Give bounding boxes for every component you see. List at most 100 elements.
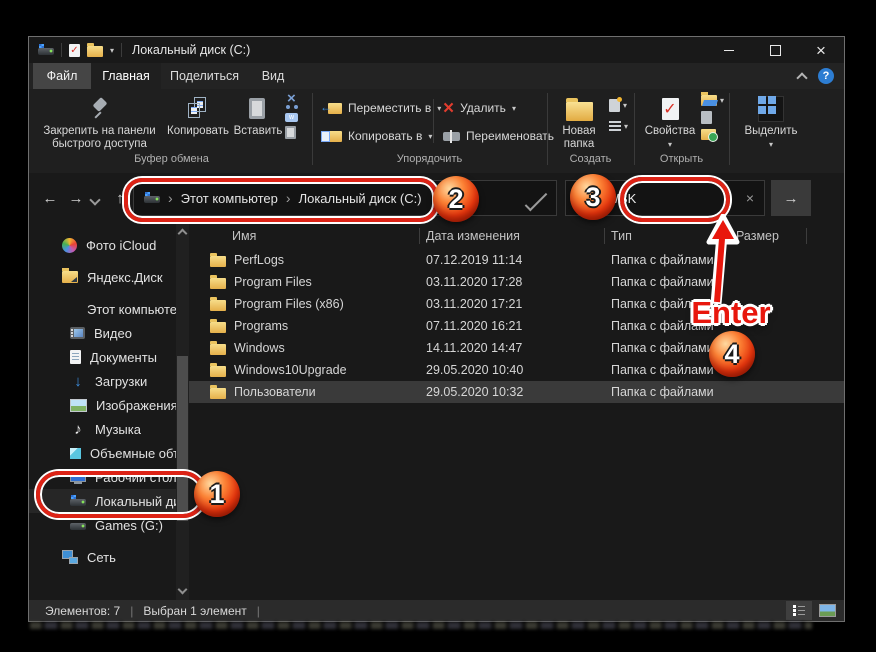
address-dropdown-icon[interactable] — [525, 188, 548, 211]
group-label-open: Открыть — [634, 153, 729, 165]
forward-icon[interactable]: → — [63, 190, 89, 207]
folder-icon — [210, 322, 226, 333]
close-button[interactable]: × — [798, 37, 844, 63]
details-view-icon — [793, 605, 805, 616]
rename-button[interactable]: Переименовать — [443, 129, 554, 143]
easy-access-button[interactable]: ▾ — [609, 121, 628, 131]
sidebar-item[interactable]: Фото iCloud — [29, 233, 176, 257]
sidebar-scrollbar[interactable] — [176, 223, 189, 600]
tab-file[interactable]: Файл — [33, 63, 91, 89]
cut-icon[interactable] — [285, 95, 300, 109]
maximize-button[interactable] — [752, 37, 798, 63]
toolbar-divider — [121, 43, 122, 57]
paste-button[interactable]: Вставить — [232, 93, 284, 138]
chevron-down-icon: ▾ — [512, 104, 516, 113]
recent-locations-icon[interactable] — [89, 194, 100, 205]
move-to-icon — [320, 102, 342, 115]
navigation-pane: Фото iCloud Яндекс.Диск Этот компьютер В… — [29, 223, 176, 600]
pin-to-quick-access-button[interactable]: Закрепить на панели быстрого доступа — [36, 93, 163, 151]
sidebar-item[interactable]: Видео — [29, 321, 176, 345]
music-icon: ♪ — [70, 421, 86, 437]
folder-icon — [210, 300, 226, 311]
collapse-ribbon-icon[interactable] — [796, 72, 807, 83]
search-go-button[interactable]: → — [771, 180, 811, 216]
open-button[interactable]: ▾ — [701, 95, 724, 106]
properties-button[interactable]: ✓ Свойства ▾ — [641, 93, 699, 151]
copy-icon — [185, 97, 211, 121]
delete-button[interactable]: × Удалить ▾ — [443, 101, 516, 115]
annotation-rect-local-disk — [36, 471, 206, 518]
minimize-button[interactable] — [706, 37, 752, 63]
properties-icon: ✓ — [662, 98, 679, 120]
sidebar-item[interactable]: Изображения — [29, 393, 176, 417]
tab-view[interactable]: Вид — [248, 63, 298, 89]
sidebar-item[interactable]: Яндекс.Диск — [29, 265, 176, 289]
pin-icon — [88, 97, 112, 121]
sidebar-item[interactable]: Сеть — [29, 545, 176, 569]
file-row[interactable]: Пользователи 29.05.2020 10:32 Папка с фа… — [189, 381, 844, 403]
annotation-step-1: 1 — [194, 471, 240, 517]
scroll-down-icon[interactable] — [178, 585, 188, 595]
chevron-down-icon: ▾ — [428, 132, 432, 141]
ribbon: Закрепить на панели быстрого доступа Коп… — [29, 89, 844, 174]
folder-icon — [210, 388, 226, 399]
caption-buttons: × — [706, 37, 844, 63]
qat-new-folder-icon[interactable] — [87, 46, 103, 57]
sidebar-item[interactable]: ↓ Загрузки — [29, 369, 176, 393]
downloads-icon: ↓ — [70, 373, 86, 389]
sidebar-item[interactable]: ♪ Музыка — [29, 417, 176, 441]
selection-count: Выбран 1 элемент — [143, 604, 246, 618]
delete-icon: × — [443, 102, 454, 115]
paste-shortcut-icon[interactable] — [285, 126, 296, 139]
group-label-organize: Упорядочить — [312, 153, 547, 165]
tab-home[interactable]: Главная — [91, 63, 161, 89]
chevron-down-icon: ▾ — [437, 104, 441, 113]
qat-chevron-down-icon[interactable]: ▾ — [110, 46, 114, 55]
annotation-step-2: 2 — [433, 176, 479, 222]
copy-button[interactable]: Копировать — [166, 93, 230, 138]
group-label-new: Создать — [547, 153, 634, 165]
new-folder-button[interactable]: Новая папка — [553, 93, 605, 151]
copy-path-icon[interactable]: w — [285, 113, 298, 122]
blurred-caption-strip — [30, 622, 812, 629]
sidebar-item[interactable]: Документы — [29, 345, 176, 369]
sidebar-item[interactable]: Объемные объ — [29, 441, 176, 465]
column-header-name[interactable]: Имя — [209, 229, 426, 243]
back-icon[interactable]: ← — [37, 190, 63, 207]
quick-access-toolbar: ✓ ▾ — [38, 43, 122, 57]
3d-objects-icon — [70, 448, 81, 459]
ribbon-tab-strip: Файл Главная Поделиться Вид ? — [29, 63, 844, 89]
title-bar: ✓ ▾ Локальный диск (C:) × — [29, 37, 844, 63]
move-to-button[interactable]: Переместить в ▾ — [320, 101, 441, 115]
yandex-disk-icon — [62, 271, 78, 283]
toolbar-divider — [61, 43, 62, 57]
copy-to-button[interactable]: Копировать в ▾ — [320, 129, 432, 143]
drive-icon — [38, 43, 54, 57]
paste-icon — [249, 97, 267, 121]
help-icon[interactable]: ? — [818, 68, 834, 84]
select-button[interactable]: Выделить ▾ — [736, 93, 806, 151]
qat-properties-icon[interactable]: ✓ — [69, 44, 80, 57]
annotation-step-3: 3 — [570, 174, 616, 220]
history-icon[interactable] — [701, 129, 716, 140]
new-item-button[interactable]: ▾ — [609, 99, 628, 112]
details-view-button[interactable] — [786, 601, 812, 620]
easy-access-icon — [609, 121, 621, 131]
scroll-up-icon[interactable] — [178, 229, 188, 239]
folder-icon — [210, 256, 226, 267]
sidebar-item[interactable]: Этот компьютер — [29, 297, 176, 321]
annotation-enter-label: Enter — [679, 295, 783, 331]
videos-icon — [70, 327, 85, 339]
clear-search-icon[interactable]: × — [746, 190, 756, 206]
column-header-date[interactable]: Дата изменения — [426, 229, 611, 243]
group-label-clipboard: Буфер обмена — [31, 153, 312, 165]
thumbnails-view-button[interactable] — [814, 601, 840, 620]
annotation-rect-address — [124, 178, 438, 222]
folder-icon — [210, 278, 226, 289]
pictures-icon — [70, 399, 87, 412]
edit-icon[interactable] — [701, 111, 712, 124]
tab-share[interactable]: Поделиться — [161, 63, 248, 89]
status-bar: Элементов: 7 | Выбран 1 элемент | — [29, 600, 844, 621]
annotation-arrow — [697, 214, 747, 308]
icloud-photos-icon — [62, 238, 77, 253]
